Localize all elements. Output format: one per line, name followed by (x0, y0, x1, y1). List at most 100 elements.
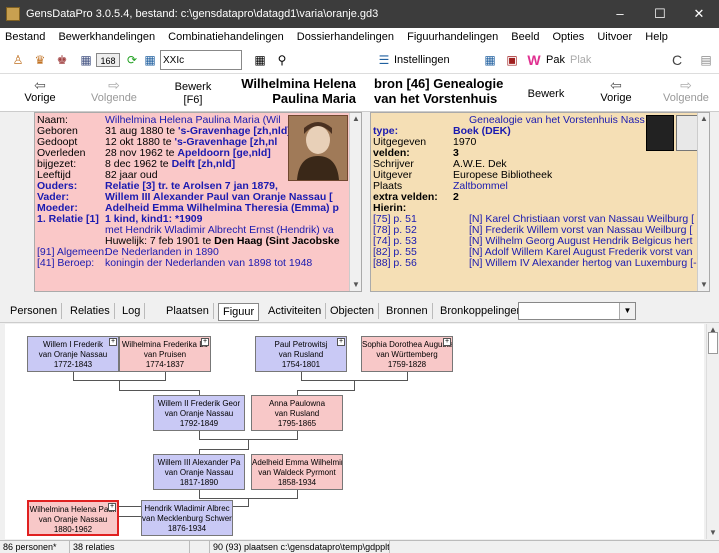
photo-icon[interactable]: ▣ (504, 53, 520, 67)
node-family: van Waldeck Pyrmont (258, 468, 336, 477)
refresh-green-icon[interactable]: ⟳ (124, 53, 140, 67)
pak-button[interactable]: Pak (546, 54, 565, 66)
vorige-right-button[interactable]: ⇦ Vorige (596, 78, 636, 105)
row-label: [41] Beroep: (37, 257, 95, 269)
node-name: Anna Paulowna (268, 399, 326, 408)
menu-bestand[interactable]: Bestand (0, 28, 50, 46)
minimize-button[interactable]: – (600, 0, 640, 28)
tab-personen[interactable]: Personen (6, 303, 63, 319)
connector-line (73, 372, 74, 380)
tree-node-person[interactable]: Wilhelmina Frederika Lo van Pruisen 1774… (119, 336, 211, 372)
row-place[interactable]: Delft [zh,nld] (172, 158, 236, 170)
bewerk-right-button[interactable]: Bewerk (524, 88, 568, 101)
tab-bronnen[interactable]: Bronnen (382, 303, 433, 319)
row-value[interactable]: Zaltbommel (453, 181, 508, 192)
table-view-icon[interactable]: ▦ (482, 53, 498, 67)
tree-node-person[interactable]: Willem I Frederik van Oranje Nassau 1772… (27, 336, 119, 372)
tab-figuur[interactable]: Figuur (218, 303, 260, 321)
window-title: GensDataPro 3.0.5.4, bestand: c:\gensdat… (26, 8, 379, 20)
tree-node-person[interactable]: Willem II Frederik Geor van Oranje Nassa… (153, 395, 245, 431)
vorige-left-label: Vorige (24, 92, 56, 104)
row-place[interactable]: Den Haag (Sint Jacobske (214, 235, 339, 247)
node-dates: 1754-1801 (281, 360, 321, 369)
book-cover-thumbnail[interactable] (646, 115, 674, 151)
tab-relaties[interactable]: Relaties (66, 303, 115, 319)
tab-bronkoppelingen[interactable]: Bronkoppelingen (436, 303, 527, 319)
tab-log[interactable]: Log (118, 303, 146, 319)
arrow-left-icon: ⇦ (34, 77, 46, 93)
volgende-right-button[interactable]: ⇨ Volgende (658, 78, 714, 105)
tab-objecten[interactable]: Objecten (326, 303, 380, 319)
row-label: 1. Relatie [1] (37, 213, 99, 225)
person-panel-scrollbar[interactable]: ▲ ▼ (349, 113, 361, 291)
node-family: van Württemberg (376, 350, 438, 359)
scroll-down-icon[interactable]: ▼ (698, 279, 709, 291)
node-family: van Oranje Nassau (38, 515, 108, 524)
tree-node-person[interactable]: Paul Petrowitsj van Rusland 1754-1801 + (255, 336, 347, 372)
tree-node-person[interactable]: Adelheid Emma Wilhelmin van Waldeck Pyrm… (251, 454, 343, 490)
source-panel-scrollbar[interactable]: ▲ ▼ (697, 113, 709, 291)
expand-plus-icon[interactable]: + (443, 338, 451, 346)
menu-bewerkhandelingen[interactable]: Bewerkhandelingen (53, 28, 160, 46)
tree-node-selected-person[interactable]: Wilhelmina Helena Pauli van Oranje Nassa… (27, 500, 119, 536)
row-label[interactable]: [88] p. 56 (373, 258, 417, 269)
tree-node-person[interactable]: Hendrik Wladimir Albrec van Mecklenburg … (141, 500, 233, 536)
chevron-down-icon[interactable]: ▼ (619, 303, 635, 319)
binoculars-icon[interactable]: ⚲ (274, 53, 290, 67)
scrollbar-thumb[interactable] (708, 332, 718, 354)
close-button[interactable]: ✕ (679, 0, 719, 28)
connector-line (199, 490, 200, 498)
arrow-right-icon: ⇨ (108, 77, 120, 93)
row-value[interactable]: [N] Willem IV Alexander hertog van Luxem… (469, 258, 697, 269)
plak-button[interactable]: Plak (570, 54, 591, 66)
scroll-up-icon[interactable]: ▲ (698, 113, 709, 125)
tree-node-person[interactable]: Willem III Alexander Pa van Oranje Nassa… (153, 454, 245, 490)
word-icon[interactable]: W (526, 53, 542, 67)
expand-plus-icon[interactable]: + (108, 503, 116, 511)
node-name: Sophia Dorothea Augusta (362, 340, 453, 349)
save-icon[interactable]: ▤ (698, 53, 714, 67)
maximize-button[interactable]: ☐ (640, 0, 680, 28)
instellingen-button[interactable]: Instellingen (394, 54, 450, 66)
relation-icon[interactable]: ♛ (32, 53, 48, 67)
person-heading-line1: Wilhelmina Helena (241, 76, 356, 91)
grid-icon[interactable]: ▦ (78, 53, 94, 67)
volgende-left-button[interactable]: ⇨ Volgende (86, 78, 142, 105)
node-family: van Mecklenburg Schweri (142, 514, 233, 523)
tab-plaatsen[interactable]: Plaatsen (162, 303, 214, 319)
compare-icon[interactable]: ▦ (142, 53, 158, 67)
portrait-photo[interactable] (288, 115, 348, 181)
scroll-up-icon[interactable]: ▲ (350, 113, 361, 125)
row-value[interactable]: koningin der Nederlanden van 1898 tot 19… (105, 258, 312, 269)
table-icon[interactable]: ▦ (252, 53, 268, 67)
family-tree-canvas: Willem I Frederik van Oranje Nassau 1772… (5, 324, 704, 539)
bronkoppelingen-select[interactable]: ▼ (518, 302, 636, 320)
menu-uitvoer[interactable]: Uitvoer (592, 28, 637, 46)
refresh-icon[interactable]: C (672, 52, 682, 68)
menu-dossierhandelingen[interactable]: Dossierhandelingen (292, 28, 399, 46)
tree-node-person[interactable]: Sophia Dorothea Augusta van Württemberg … (361, 336, 453, 372)
settings-list-icon[interactable]: ☰ (376, 53, 392, 67)
scroll-down-icon[interactable]: ▼ (350, 279, 361, 291)
person-icon[interactable]: ♙ (10, 53, 26, 67)
menu-help[interactable]: Help (640, 28, 673, 46)
menu-figuurhandelingen[interactable]: Figuurhandelingen (402, 28, 503, 46)
family-icon[interactable]: ♚ (54, 53, 70, 67)
tree-node-person[interactable]: Anna Paulowna van Rusland 1795-1865 (251, 395, 343, 431)
search-input[interactable] (160, 50, 242, 70)
bewerk-left-label: Bewerk (174, 81, 212, 93)
node-family: van Oranje Nassau (38, 350, 108, 359)
vorige-left-button[interactable]: ⇦ Vorige (20, 78, 60, 105)
menu-combinatiehandelingen[interactable]: Combinatiehandelingen (163, 28, 289, 46)
expand-plus-icon[interactable]: + (201, 338, 209, 346)
tab-activiteiten[interactable]: Activiteiten (264, 303, 327, 319)
menu-beeld[interactable]: Beeld (506, 28, 544, 46)
scroll-down-icon[interactable]: ▼ (707, 527, 719, 539)
connector-line (248, 498, 249, 506)
tree-scrollbar[interactable]: ▲ ▼ (706, 324, 719, 539)
node-dates: 1817-1890 (179, 478, 219, 487)
expand-plus-icon[interactable]: + (109, 338, 117, 346)
bewerk-left-button[interactable]: Bewerk [F6] (168, 81, 218, 107)
menu-opties[interactable]: Opties (548, 28, 590, 46)
expand-plus-icon[interactable]: + (337, 338, 345, 346)
